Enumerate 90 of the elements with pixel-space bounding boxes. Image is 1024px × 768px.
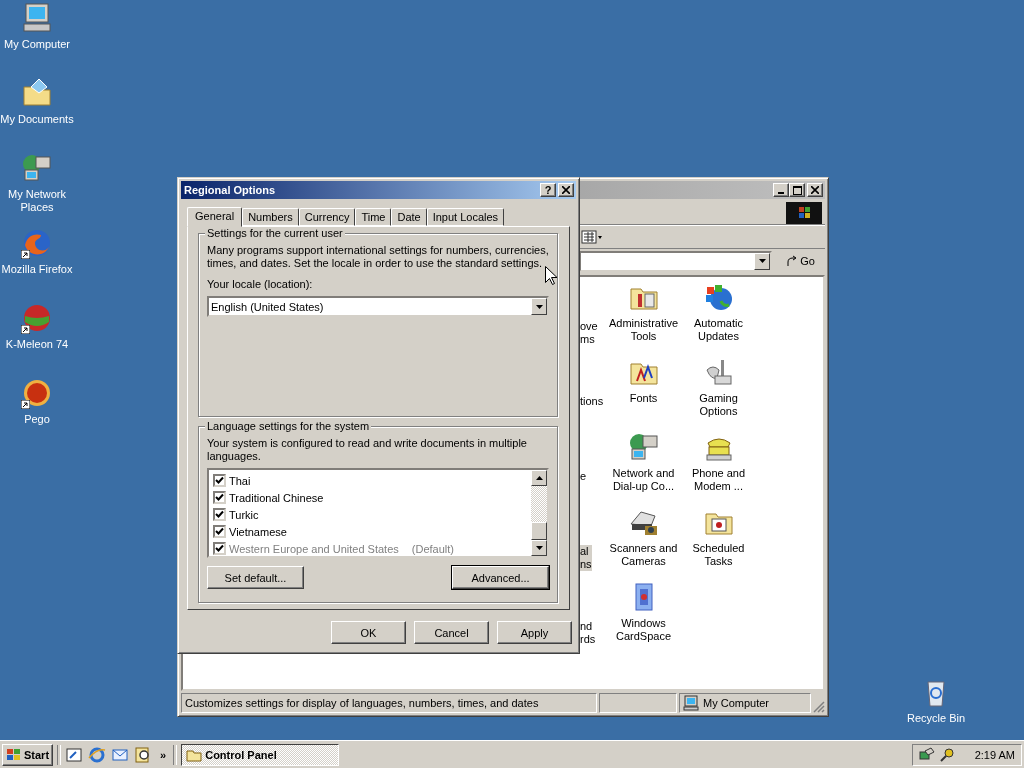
- language-label: Thai: [229, 474, 251, 487]
- resize-grip-icon[interactable]: [813, 701, 825, 713]
- folder-icon: [186, 747, 203, 762]
- desktop-icon-label[interactable]: K-Meleon 74: [0, 338, 75, 351]
- control-panel-item-label[interactable]: tions: [580, 395, 604, 408]
- checkbox[interactable]: [213, 508, 226, 521]
- locale-dropdown[interactable]: English (United States): [207, 296, 549, 317]
- desktop-icon-label[interactable]: Recycle Bin: [898, 712, 974, 725]
- control-panel-item-label[interactable]: Gaming Options: [699, 392, 738, 418]
- caret-icon: [758, 259, 766, 263]
- default-note: (Default): [411, 542, 454, 555]
- caret-icon: [535, 304, 543, 309]
- control-panel-item-label[interactable]: Administrative Tools: [608, 317, 679, 343]
- documents-icon: [21, 77, 53, 109]
- tab[interactable]: Date: [391, 208, 427, 226]
- language-label: Vietnamese: [229, 525, 287, 538]
- down-arrow-icon: [535, 546, 543, 550]
- language-label: Turkic: [229, 508, 259, 521]
- tab[interactable]: Currency: [298, 208, 356, 226]
- firefox-icon: [21, 227, 53, 259]
- control-panel-item-label[interactable]: al ns: [580, 545, 592, 571]
- mouse-cursor-icon: [545, 266, 557, 285]
- desktop-icon-label[interactable]: My Computer: [0, 38, 75, 51]
- shortcut-arrow-icon: [21, 400, 30, 409]
- folder-icon: [627, 431, 660, 463]
- address-field[interactable]: [579, 250, 773, 272]
- pego-icon: [21, 377, 53, 409]
- tab[interactable]: Numbers: [242, 208, 299, 226]
- dropdown-button[interactable]: [754, 252, 771, 270]
- window-title: Regional Options: [184, 184, 276, 196]
- help-button[interactable]: ?: [540, 183, 556, 197]
- control-panel-item-label[interactable]: Fonts: [629, 392, 658, 405]
- up-arrow-icon: [535, 476, 543, 480]
- language-label: Traditional Chinese: [229, 491, 324, 504]
- control-panel-item-label[interactable]: Network and Dial-up Co...: [612, 467, 675, 493]
- checkbox[interactable]: [213, 525, 226, 538]
- control-panel-item-label[interactable]: e: [580, 470, 587, 483]
- shortcut-arrow-icon: [21, 325, 30, 334]
- control-panel-item-label[interactable]: Scheduled Tasks: [692, 542, 745, 568]
- browser-icon[interactable]: [88, 745, 107, 764]
- scroll-thumb[interactable]: [531, 522, 547, 540]
- computer-icon: [683, 695, 699, 711]
- control-panel-item-label[interactable]: Phone and Modem ...: [691, 467, 746, 493]
- close-icon: [811, 186, 819, 194]
- views-icon[interactable]: [581, 230, 603, 244]
- scrollbar[interactable]: [531, 470, 547, 556]
- meleon-icon: [21, 302, 53, 334]
- more-button[interactable]: »: [157, 748, 170, 761]
- desktop-icon-label[interactable]: My Documents: [0, 113, 75, 126]
- control-panel-item-label[interactable]: Windows CardSpace: [615, 617, 671, 643]
- checkbox[interactable]: [213, 474, 226, 487]
- dialog-button[interactable]: Set default...: [207, 566, 304, 589]
- go-button[interactable]: Go: [780, 251, 821, 271]
- description-text: Your system is configured to read and write documents in multiple languages.: [207, 437, 528, 463]
- start-button[interactable]: Start: [2, 743, 54, 766]
- group-legend: Language settings for the system: [205, 420, 372, 432]
- dropdown-button[interactable]: [531, 298, 547, 315]
- close-button[interactable]: [558, 183, 574, 197]
- control-panel-item-label[interactable]: ove ms: [580, 320, 598, 346]
- language-label: Western Europe and United States: [229, 542, 399, 555]
- clock: 2:19 AM: [974, 748, 1015, 761]
- taskbar-button[interactable]: Control Panel: [181, 743, 340, 766]
- network-icon: [21, 152, 53, 184]
- dialog-button[interactable]: Apply: [497, 621, 572, 644]
- tab[interactable]: Time: [355, 208, 392, 226]
- maximize-icon: [792, 185, 802, 195]
- dialog-button[interactable]: OK: [331, 621, 406, 644]
- control-panel-item-label[interactable]: Scanners and Cameras: [609, 542, 678, 568]
- tab[interactable]: Input Locales: [426, 208, 505, 226]
- desktop-icon-label[interactable]: Mozilla Firefox: [0, 263, 75, 276]
- desktop-icon-label[interactable]: My Network Places: [0, 188, 75, 214]
- dialog-button[interactable]: Cancel: [414, 621, 489, 644]
- windows-logo-icon: [6, 747, 22, 762]
- field-label: Your locale (location):: [207, 278, 314, 290]
- desktop-icon[interactable]: [65, 745, 84, 764]
- windows-logo-icon: [786, 202, 822, 224]
- tab[interactable]: General: [187, 207, 243, 227]
- computer-icon: [21, 2, 53, 34]
- control-panel-item-label[interactable]: Automatic Updates: [694, 317, 743, 343]
- checkbox[interactable]: [213, 491, 226, 504]
- desktop-icon-label[interactable]: Pego: [0, 413, 75, 426]
- arrow-icon: [786, 255, 799, 267]
- description-text: Many programs support international settings for numbers, currencies, times, and dates. Set the locale in order to use the standard settings.: [207, 244, 549, 270]
- status-text: Customizes settings for display of languages, numbers, times, and dates: [181, 693, 597, 713]
- shortcut-arrow-icon: [21, 250, 30, 259]
- group-legend: Settings for the current user: [205, 227, 345, 239]
- close-icon: [562, 186, 570, 194]
- control-panel-item-label[interactable]: nd rds: [580, 620, 596, 646]
- dialog-button[interactable]: Advanced...: [452, 566, 549, 589]
- status-zone: My Computer: [679, 693, 811, 713]
